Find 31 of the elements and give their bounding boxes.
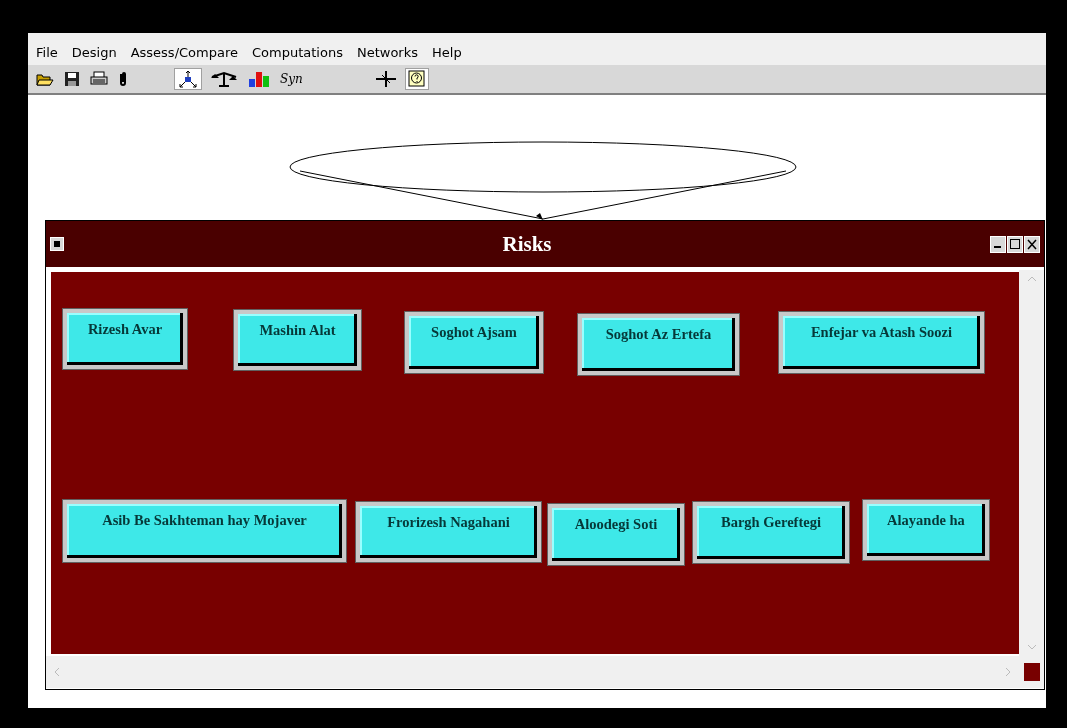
risk-node[interactable]: Frorizesh Nagahani — [356, 502, 541, 562]
risk-node[interactable]: Soghot Az Ertefa — [578, 314, 739, 375]
risk-node[interactable]: Soghot Ajsam — [405, 312, 543, 373]
risk-node[interactable]: Aloodegi Soti — [548, 504, 684, 565]
menu-item[interactable]: Assess/Compare — [130, 45, 238, 60]
close-icon[interactable] — [1024, 235, 1040, 253]
crosshair-icon[interactable] — [374, 70, 397, 88]
menu-item[interactable]: Networks — [356, 45, 418, 60]
minimize-icon[interactable] — [990, 235, 1006, 253]
menu-item[interactable]: Help — [432, 45, 462, 60]
window-title: Risks — [501, 231, 553, 257]
synthesis-tool[interactable]: Syn — [280, 72, 303, 86]
risk-node[interactable]: Bargh Gereftegi — [693, 502, 849, 563]
printer-icon[interactable] — [90, 71, 108, 87]
folder-icon[interactable] — [36, 71, 54, 87]
risk-node[interactable]: Alayande ha — [863, 500, 989, 560]
scale-icon[interactable] — [210, 71, 238, 87]
maximize-icon[interactable] — [1007, 235, 1023, 253]
bar-chart-icon[interactable] — [248, 71, 270, 87]
help-icon[interactable] — [407, 70, 426, 88]
menu-item[interactable]: Design — [71, 45, 117, 60]
menu-item[interactable]: Computations — [252, 45, 343, 60]
system-menu-icon[interactable] — [50, 237, 64, 251]
risk-node[interactable]: Asib Be Sakhteman hay Mojaver — [63, 500, 346, 562]
paperclip-icon[interactable] — [118, 71, 128, 87]
menu-item[interactable]: File — [36, 45, 58, 60]
risk-node[interactable]: Enfejar va Atash Soozi — [779, 312, 984, 373]
risk-node[interactable]: Mashin Alat — [234, 310, 361, 370]
risk-node[interactable]: Rizesh Avar — [63, 309, 187, 369]
hierarchy-icon[interactable] — [177, 70, 199, 88]
color-swatch — [1023, 663, 1040, 681]
